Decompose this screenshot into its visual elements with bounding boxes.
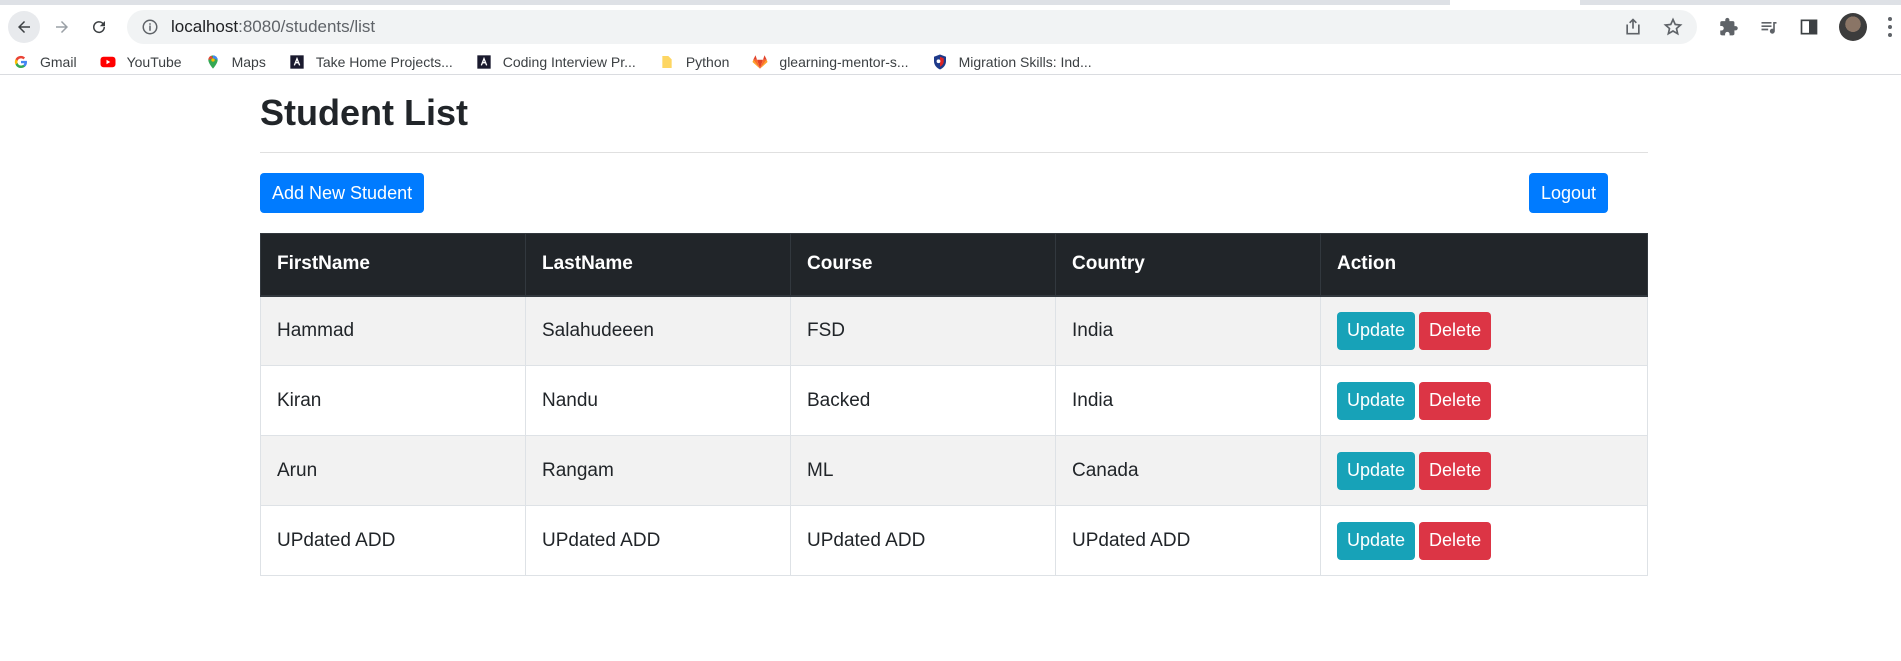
star-icon[interactable]	[1663, 17, 1683, 37]
header-lastname: LastName	[525, 233, 791, 297]
cell-country: Canada	[1055, 435, 1321, 506]
cell-country: UPdated ADD	[1055, 505, 1321, 576]
update-button[interactable]: Update	[1337, 381, 1416, 420]
bookmark-label: glearning-mentor-s...	[779, 53, 909, 70]
cell-course: UPdated ADD	[790, 505, 1056, 576]
table-row: Kiran Nandu Backed India Update Delete	[260, 365, 1648, 436]
cell-last: Salahudeeen	[525, 295, 791, 366]
bookmark-item[interactable]: Coding Interview Pr...	[475, 53, 636, 71]
add-student-button[interactable]: Add New Student	[260, 173, 425, 213]
delete-button[interactable]: Delete	[1419, 311, 1492, 350]
tab-strip	[0, 0, 1901, 5]
url-path: :8080/students/list	[238, 17, 376, 36]
header-firstname: FirstName	[260, 233, 526, 297]
code-icon	[475, 53, 493, 71]
cell-action: Update Delete	[1320, 295, 1648, 366]
profile-avatar[interactable]	[1839, 13, 1868, 41]
cell-course: FSD	[790, 295, 1056, 366]
reload-button[interactable]	[83, 11, 115, 43]
cell-first: UPdated ADD	[260, 505, 526, 576]
delete-button[interactable]: Delete	[1419, 521, 1492, 560]
youtube-icon	[99, 53, 117, 71]
side-panel-icon[interactable]	[1799, 17, 1819, 37]
extensions-icon[interactable]	[1719, 17, 1739, 37]
cell-country: India	[1055, 295, 1321, 366]
bookmark-label: YouTube	[126, 53, 182, 70]
code-icon	[288, 53, 306, 71]
bookmark-item[interactable]: Migration Skills: Ind...	[931, 53, 1092, 71]
delete-button[interactable]: Delete	[1419, 381, 1492, 420]
shield-icon	[931, 53, 949, 71]
maps-icon	[204, 53, 222, 71]
cell-first: Hammad	[260, 295, 526, 366]
cell-country: India	[1055, 365, 1321, 436]
cell-course: ML	[790, 435, 1056, 506]
back-button[interactable]	[8, 11, 40, 43]
table-row: Hammad Salahudeeen FSD India Update Delete	[260, 295, 1648, 366]
bookmark-item[interactable]: Python	[658, 53, 730, 71]
delete-button[interactable]: Delete	[1419, 451, 1492, 490]
reload-icon	[93, 21, 106, 34]
arrow-right-icon	[55, 21, 68, 33]
bookmark-label: Python	[685, 53, 730, 70]
bookmark-item[interactable]: Take Home Projects...	[288, 53, 453, 71]
students-table: FirstName LastName Course Country Action…	[260, 233, 1648, 576]
divider	[260, 152, 1648, 153]
share-icon[interactable]	[1623, 17, 1643, 37]
cell-last: Nandu	[525, 365, 791, 436]
table-row: Arun Rangam ML Canada Update Delete	[260, 435, 1648, 506]
bookmark-item[interactable]: glearning-mentor-s...	[751, 53, 909, 71]
action-bar: Add New Student Logout	[260, 173, 1648, 213]
update-button[interactable]: Update	[1337, 451, 1416, 490]
cell-last: Rangam	[525, 435, 791, 506]
cell-action: Update Delete	[1320, 435, 1648, 506]
cell-last: UPdated ADD	[525, 505, 791, 576]
cell-action: Update Delete	[1320, 365, 1648, 436]
active-tab[interactable]	[1450, 0, 1580, 5]
cell-course: Backed	[790, 365, 1056, 436]
bookmark-label: Maps	[231, 53, 266, 70]
google-icon	[12, 53, 30, 71]
page-title: Student List	[260, 92, 468, 133]
bookmark-item[interactable]: Maps	[204, 53, 266, 71]
browser-toolbar: localhost:8080/students/list	[0, 5, 1901, 49]
page-container: Student List Add New Student Logout Firs…	[260, 88, 1648, 576]
update-button[interactable]: Update	[1337, 521, 1416, 560]
more-menu-icon[interactable]	[1887, 17, 1893, 37]
info-icon	[142, 19, 158, 35]
header-action: Action	[1320, 233, 1648, 297]
bookmark-label: Gmail	[40, 53, 77, 70]
cell-first: Kiran	[260, 365, 526, 436]
gitlab-icon	[751, 53, 769, 71]
table-row: UPdated ADD UPdated ADD UPdated ADD UPdated…	[260, 505, 1648, 576]
forward-button[interactable]	[46, 11, 78, 43]
bookmark-item[interactable]: Gmail	[12, 53, 77, 71]
url-host: localhost	[171, 17, 239, 36]
bookmark-label: Take Home Projects...	[315, 53, 453, 70]
table-body: Hammad Salahudeeen FSD India Update Delete Kir…	[260, 295, 1648, 576]
media-queue-icon[interactable]	[1759, 17, 1779, 37]
update-button[interactable]: Update	[1337, 311, 1416, 350]
logout-button[interactable]: Logout	[1529, 173, 1609, 213]
header-country: Country	[1055, 233, 1321, 297]
bookmark-label: Migration Skills: Ind...	[958, 53, 1092, 70]
table-header-row: FirstName LastName Course Country Action	[260, 233, 1648, 297]
cell-action: Update Delete	[1320, 505, 1648, 576]
bookmark-label: Coding Interview Pr...	[502, 53, 636, 70]
arrow-left-icon	[17, 21, 30, 33]
folder-icon	[658, 53, 676, 71]
header-course: Course	[790, 233, 1056, 297]
bookmark-item[interactable]: YouTube	[99, 53, 182, 71]
address-bar[interactable]: localhost:8080/students/list	[127, 10, 1698, 44]
cell-first: Arun	[260, 435, 526, 506]
bookmarks-bar: Gmail YouTube Maps Take Home Projects... Cod…	[0, 49, 1901, 75]
